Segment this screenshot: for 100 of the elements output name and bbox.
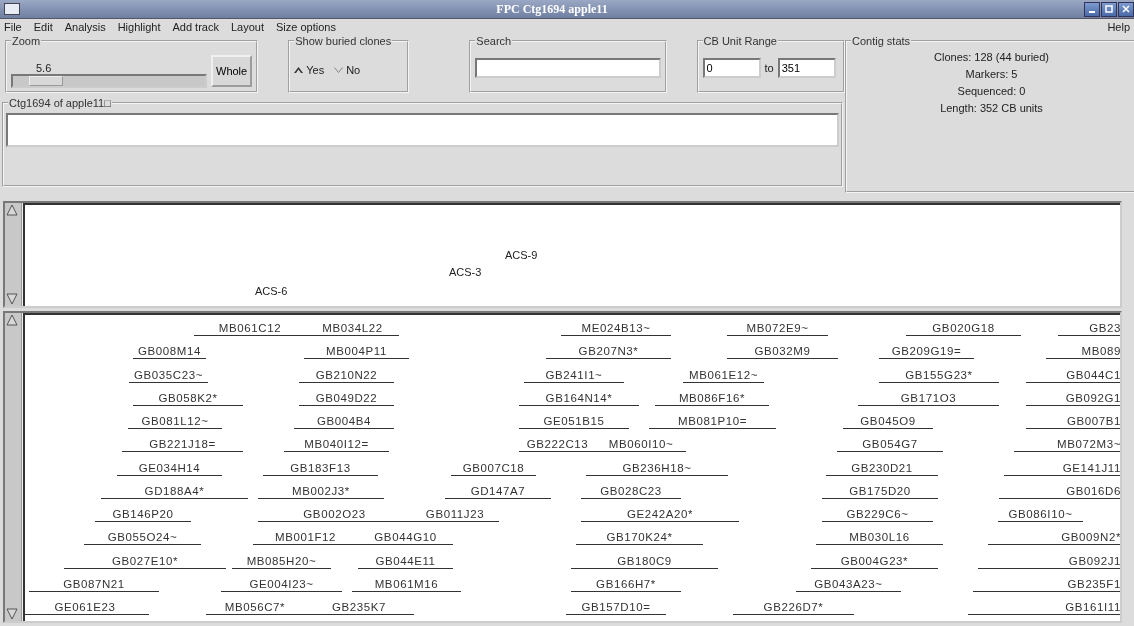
scroll-up-icon[interactable] (5, 203, 19, 217)
clone-label[interactable]: GB007C18 (451, 459, 536, 476)
clone-label[interactable]: GB175D20 (822, 482, 938, 499)
scrollbar[interactable] (5, 313, 23, 621)
clone-label[interactable]: GB23 (1058, 320, 1120, 336)
radio-selected-icon[interactable] (294, 66, 304, 73)
clone-label[interactable]: GB236H18~ (586, 459, 728, 476)
scrollbar[interactable] (5, 203, 23, 306)
zoom-slider[interactable] (11, 74, 207, 88)
clone-label[interactable]: GB016D6 (999, 482, 1120, 499)
maximize-button[interactable] (1101, 1, 1117, 17)
clone-label[interactable]: GE061E23 (25, 599, 149, 615)
help-menu[interactable]: Help (1107, 21, 1130, 33)
clone-label[interactable]: MB061C12 (194, 320, 306, 336)
clone-label[interactable]: GB087N21 (29, 575, 159, 592)
clone-label[interactable]: GD147A7 (445, 482, 551, 499)
menu-item[interactable]: Edit (33, 21, 53, 33)
clone-label[interactable]: MB002J3* (258, 482, 384, 499)
minimize-button[interactable] (1084, 1, 1100, 17)
clone-label[interactable]: MB085H20~ (232, 552, 331, 569)
menu-item[interactable]: Add track (172, 21, 219, 33)
clone-label[interactable]: MB072E9~ (727, 320, 828, 336)
whole-button[interactable]: Whole (211, 55, 253, 87)
clone-label[interactable]: MB030L16 (816, 529, 943, 546)
clone-label[interactable]: GB028C23 (581, 482, 681, 499)
clone-label[interactable]: MB060I10~ (596, 436, 686, 453)
clone-label[interactable]: GB241I1~ (524, 366, 624, 383)
clone-label[interactable]: GB155G23* (879, 366, 999, 383)
scroll-down-icon[interactable] (5, 292, 19, 306)
clone-label[interactable]: GB032M9 (727, 343, 838, 360)
clone-label[interactable]: GB157D10= (566, 599, 666, 615)
clone-label[interactable]: GE141J11 (1004, 459, 1120, 476)
clone-label[interactable]: MB004P11 (304, 343, 409, 360)
clone-label[interactable]: GB035C23~ (129, 366, 208, 383)
radio-option[interactable]: No (334, 63, 361, 76)
clone-label[interactable]: MB081P10= (649, 413, 776, 429)
clone-label[interactable]: GB183F13 (263, 459, 378, 476)
clone-label[interactable]: GB226D7* (733, 599, 854, 615)
clone-label[interactable]: MB056C7* (206, 599, 304, 615)
clone-label[interactable]: GB170K24* (576, 529, 703, 546)
clone-label[interactable]: MB061E12~ (683, 366, 764, 383)
clone-label[interactable]: GB235F1 (973, 575, 1120, 592)
clone-label[interactable]: GB055O24~ (84, 529, 201, 546)
radio-unselected-icon[interactable] (334, 66, 344, 73)
close-button[interactable] (1118, 1, 1134, 17)
clone-label[interactable]: MB040I12= (284, 436, 389, 453)
clone-label[interactable]: GB221J18= (122, 436, 243, 453)
clone-label[interactable]: GB164N14* (519, 389, 639, 406)
clone-label[interactable]: GB230D21 (826, 459, 938, 476)
clone-label[interactable]: GB207N3* (546, 343, 671, 360)
clone-label[interactable]: GB235K7 (304, 599, 414, 615)
clone-label[interactable]: GB180C9 (571, 552, 718, 569)
clone-label[interactable]: GB044E11 (358, 552, 453, 569)
clone-label[interactable]: GB161I11 (968, 599, 1120, 615)
clone-label[interactable]: GB092G1 (1026, 389, 1120, 406)
menu-item[interactable]: Size options (276, 21, 336, 33)
clone-label[interactable]: GB043A23~ (796, 575, 901, 592)
search-field[interactable] (475, 57, 661, 78)
clone-label[interactable]: GB222C13 (519, 436, 596, 453)
clone-label[interactable]: GE034H14 (117, 459, 222, 476)
marker-label[interactable]: ACS-3 (449, 266, 482, 278)
clone-label[interactable]: GB020G18 (906, 320, 1021, 336)
clone-label[interactable]: GB044C1 (1026, 366, 1120, 383)
clone-label[interactable]: GB049D22 (299, 389, 394, 406)
clone-label[interactable]: GB146P20 (95, 506, 191, 522)
remark-field[interactable] (6, 113, 839, 147)
clone-label[interactable]: GB007B1 (1026, 413, 1120, 429)
clone-label[interactable]: GB011J23 (411, 506, 499, 522)
clone-label[interactable]: GB171O3 (858, 389, 999, 406)
window-icon[interactable] (4, 3, 20, 15)
clone-label[interactable]: GE242A20* (581, 506, 739, 522)
clone-label[interactable]: GB004B4 (294, 413, 394, 429)
clone-label[interactable]: GB166H7* (571, 575, 681, 592)
clone-label[interactable]: MB089 (1046, 343, 1120, 360)
clone-label[interactable]: MB001F12 (253, 529, 358, 546)
clone-label[interactable]: GB009N2* (988, 529, 1120, 546)
clone-label[interactable]: ME024B13~ (561, 320, 671, 336)
clone-label[interactable]: MB086F16* (655, 389, 769, 406)
clone-label[interactable]: GB045O9 (843, 413, 933, 429)
clone-label[interactable]: GB044G10 (358, 529, 453, 546)
clone-label[interactable]: GB004G23* (811, 552, 938, 569)
clone-label[interactable]: GB008M14 (133, 343, 206, 360)
clone-label[interactable]: GB229C6~ (822, 506, 933, 522)
clone-label[interactable]: GB002O23 (258, 506, 411, 522)
clone-label[interactable]: MB034L22 (306, 320, 399, 336)
menu-item[interactable]: Highlight (117, 21, 161, 33)
clone-label[interactable]: MB072M3~ (1014, 436, 1120, 453)
menu-item[interactable]: File (4, 21, 22, 33)
menu-item[interactable]: Layout (230, 21, 264, 33)
clone-label[interactable]: GB092J1 (978, 552, 1120, 569)
clone-label[interactable]: GB086I10~ (998, 506, 1083, 522)
clone-label[interactable]: GB209G19= (879, 343, 974, 360)
marker-label[interactable]: ACS-6 (255, 285, 288, 297)
clone-label[interactable]: GE004I23~ (221, 575, 342, 592)
clone-label[interactable]: GB054G7 (837, 436, 943, 453)
clone-label[interactable]: GB210N22 (299, 366, 394, 383)
marker-label[interactable]: ACS-9 (505, 249, 538, 261)
radio-option[interactable]: Yes (294, 63, 325, 76)
clone-label[interactable]: GB058K2* (133, 389, 243, 406)
range-from-field[interactable]: 0 (702, 57, 761, 78)
